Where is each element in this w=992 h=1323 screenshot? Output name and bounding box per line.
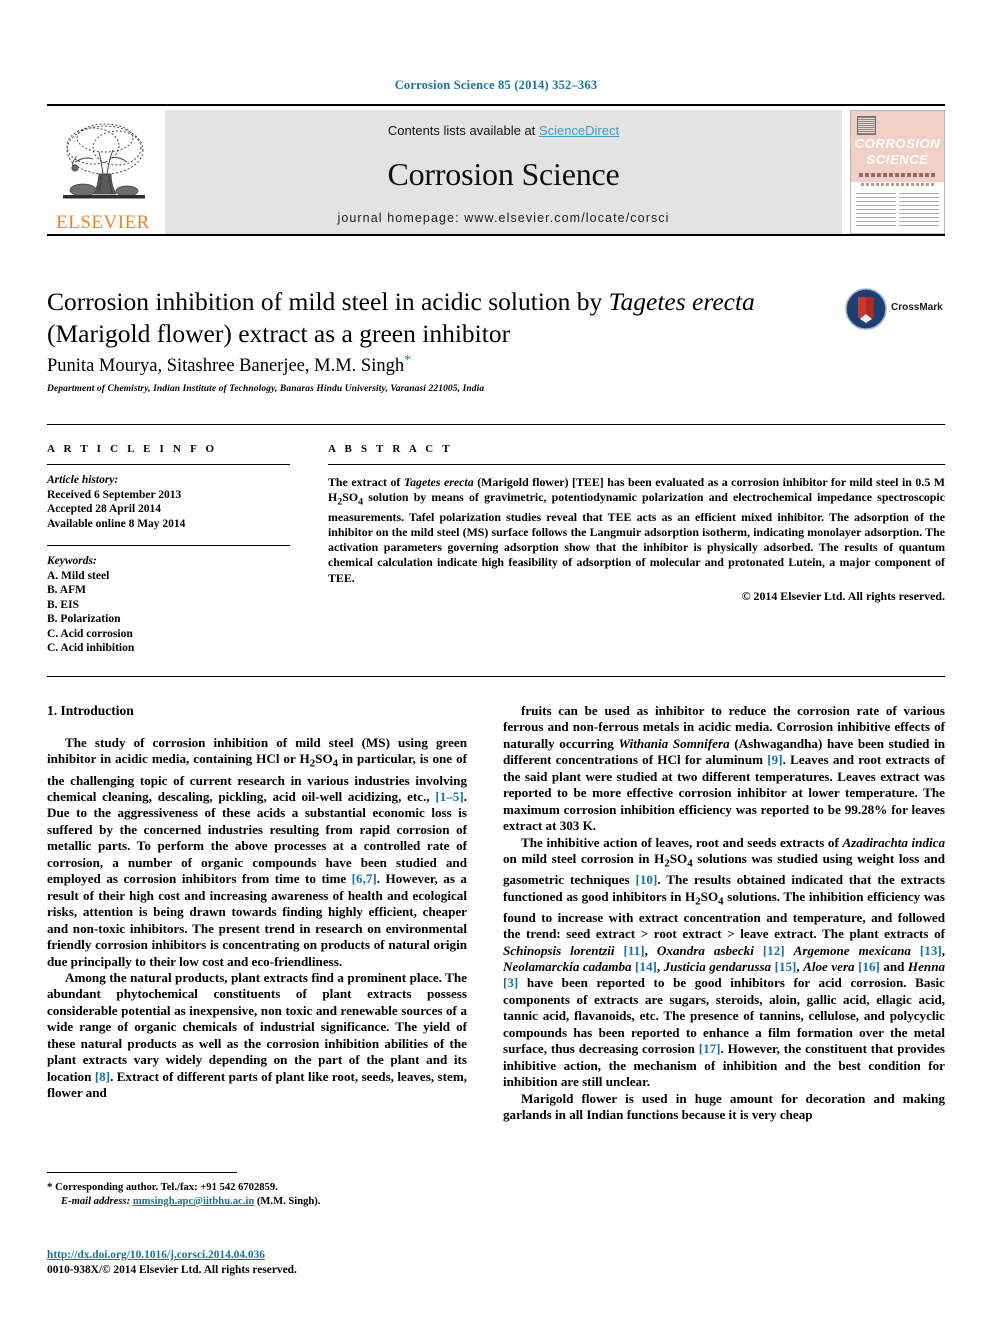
body-paragraph: Among the natural products, plant extrac… xyxy=(47,969,467,1101)
keyword-item: C. Acid inhibition xyxy=(47,642,135,654)
title-segment-1: Corrosion inhibition of mild steel in ac… xyxy=(47,287,609,316)
elsevier-wordmark: ELSEVIER xyxy=(56,212,150,233)
body-column-right: fruits can be used as inhibitor to reduc… xyxy=(503,703,945,1124)
footnote-block: * Corresponding author. Tel./fax: +91 54… xyxy=(47,1180,477,1209)
abstract-rule xyxy=(328,464,945,465)
body-section-divider xyxy=(47,676,945,677)
email-note: E-mail address: mmsingh.apc@iitbhu.ac.in… xyxy=(47,1195,477,1209)
journal-masthead: ELSEVIER Contents lists available at Sci… xyxy=(47,104,945,236)
abstract-species-name: Tagetes erecta xyxy=(403,475,474,489)
author-names: Punita Mourya, Sitashree Banerjee, M.M. … xyxy=(47,356,405,377)
keyword-item: A. Mild steel xyxy=(47,569,110,582)
contents-lists-line: Contents lists available at ScienceDirec… xyxy=(165,123,842,138)
cover-toc-lines xyxy=(856,193,939,229)
cover-title-line2: SCIENCE xyxy=(866,152,929,167)
cover-stamp-icon xyxy=(857,116,876,135)
cover-toc-column xyxy=(856,193,896,229)
body-paragraph: fruits can be used as inhibitor to reduc… xyxy=(503,703,945,834)
keyword-item: B. EIS xyxy=(47,598,79,611)
journal-header-band: Contents lists available at ScienceDirec… xyxy=(165,110,842,234)
elsevier-tree-icon xyxy=(55,116,151,212)
issn-copyright-line: 0010-938X/© 2014 Elsevier Ltd. All right… xyxy=(47,1263,297,1276)
affiliation: Department of Chemistry, Indian Institut… xyxy=(47,384,485,394)
cover-title-line1: CORROSION xyxy=(854,136,941,151)
abstract-text: The extract of Tagetes erecta (Marigold … xyxy=(328,475,945,586)
body-column-left: 1. Introduction The study of corrosion i… xyxy=(47,703,467,1102)
corresponding-author-marker[interactable]: * xyxy=(404,353,411,368)
keywords-block: Keywords: A. Mild steel B. AFM B. EIS B.… xyxy=(47,554,290,656)
history-item: Received 6 September 2013 xyxy=(47,488,182,501)
journal-homepage-line[interactable]: journal homepage: www.elsevier.com/locat… xyxy=(165,211,842,225)
info-section-divider xyxy=(47,424,945,425)
keywords-rule xyxy=(47,545,290,546)
article-info-column: A R T I C L E I N F O Article history: R… xyxy=(47,443,290,656)
introduction-heading: 1. Introduction xyxy=(47,703,134,718)
article-title: Corrosion inhibition of mild steel in ac… xyxy=(47,286,817,350)
journal-cover-thumbnail: CORROSION SCIENCE xyxy=(850,110,945,234)
elsevier-logo: ELSEVIER xyxy=(47,110,159,234)
title-species-name: Tagetes erecta xyxy=(608,287,755,316)
abstract-segment-2: (Marigold flower) [TEE] has been evaluat… xyxy=(328,475,945,585)
publication-footer: http://dx.doi.org/10.1016/j.corsci.2014.… xyxy=(47,1248,547,1277)
footnote-rule xyxy=(47,1172,237,1173)
article-info-heading: A R T I C L E I N F O xyxy=(47,443,218,455)
abstract-segment-1: The extract of xyxy=(328,475,404,489)
keyword-item: B. AFM xyxy=(47,584,86,596)
keywords-label: Keywords: xyxy=(47,555,97,567)
article-history-label: Article history: xyxy=(47,474,119,486)
cover-rule xyxy=(859,173,936,177)
contents-lists-text: Contents lists available at xyxy=(387,123,539,138)
email-owner: (M.M. Singh). xyxy=(256,1196,321,1207)
email-label: E-mail address: xyxy=(61,1196,131,1207)
corresponding-author-text: Corresponding author. Tel./fax: +91 542 … xyxy=(52,1182,278,1193)
title-segment-2: (Marigold flower) extract as a green inh… xyxy=(47,319,511,348)
keyword-item: C. Acid corrosion xyxy=(47,627,133,640)
history-item: Accepted 28 April 2014 xyxy=(47,503,162,515)
history-item: Available online 8 May 2014 xyxy=(47,517,186,530)
doi-link[interactable]: http://dx.doi.org/10.1016/j.corsci.2014.… xyxy=(47,1249,265,1261)
corresponding-author-note: * Corresponding author. Tel./fax: +91 54… xyxy=(47,1180,477,1195)
article-history-block: Article history: Received 6 September 20… xyxy=(47,473,290,531)
cover-toc-column xyxy=(899,193,939,229)
keyword-item: B. Polarization xyxy=(47,613,121,625)
running-head: Corrosion Science 85 (2014) 352–363 xyxy=(394,78,598,92)
cover-subtitle-rule xyxy=(861,183,934,186)
abstract-copyright: © 2014 Elsevier Ltd. All rights reserved… xyxy=(741,588,945,603)
journal-title: Corrosion Science xyxy=(387,156,620,192)
body-paragraph: Marigold flower is used in huge amount f… xyxy=(503,1090,945,1123)
article-info-rule xyxy=(47,464,290,465)
crossmark-icon[interactable] xyxy=(845,288,887,330)
author-list: Punita Mourya, Sitashree Banerjee, M.M. … xyxy=(47,353,847,377)
email-link[interactable]: mmsingh.apc@iitbhu.ac.in xyxy=(133,1196,254,1207)
sciencedirect-link[interactable]: ScienceDirect xyxy=(539,123,619,138)
body-paragraph: The study of corrosion inhibition of mil… xyxy=(47,735,467,969)
abstract-column: A B S T R A C T The extract of Tagetes e… xyxy=(328,443,945,604)
paper-page: Corrosion Science 85 (2014) 352–363 ELSE… xyxy=(0,0,992,1323)
crossmark-label: CrossMark xyxy=(891,302,943,313)
abstract-heading: A B S T R A C T xyxy=(328,443,453,455)
body-paragraph: The inhibitive action of leaves, root an… xyxy=(503,834,946,1090)
crossmark-badge-group[interactable]: CrossMark xyxy=(845,288,945,332)
